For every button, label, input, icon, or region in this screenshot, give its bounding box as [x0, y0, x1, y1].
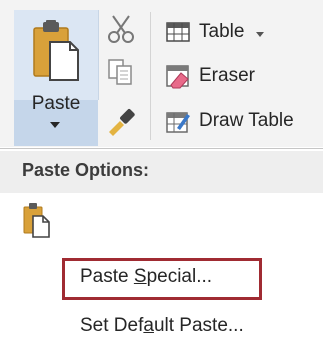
- table-icon: [166, 22, 190, 42]
- paste-options-heading: Paste Options:: [22, 160, 150, 180]
- eraser-button[interactable]: Eraser: [165, 59, 255, 93]
- set-default-accel: a: [143, 315, 154, 336]
- draw-table-icon: [166, 112, 190, 133]
- set-default-suffix: ult Paste...: [153, 315, 244, 336]
- cut-icon[interactable]: [107, 14, 135, 44]
- draw-table-label: Draw Table: [199, 110, 294, 131]
- chevron-down-icon: [256, 31, 265, 37]
- ribbon-separator: [150, 12, 151, 140]
- table-button[interactable]: Table: [165, 15, 265, 49]
- chevron-down-icon: [50, 122, 60, 128]
- paste-special-accel: S: [133, 266, 147, 287]
- copy-icon[interactable]: [107, 58, 135, 86]
- keep-source-formatting-icon[interactable]: [22, 202, 52, 238]
- table-label: Table: [199, 21, 245, 42]
- draw-table-button[interactable]: Draw Table: [165, 104, 294, 138]
- set-default-paste-menu-item[interactable]: Set Default Paste...: [80, 315, 244, 337]
- paste-special-prefix: Paste: [80, 266, 134, 287]
- set-default-prefix: Set Def: [80, 315, 144, 336]
- paste-special-menu-item[interactable]: Paste Special...: [80, 266, 212, 288]
- paste-label: Paste: [31, 93, 81, 114]
- eraser-label: Eraser: [199, 65, 255, 86]
- clipboard-icon: [33, 20, 79, 81]
- paste-special-suffix: pecial...: [146, 266, 213, 287]
- eraser-icon: [166, 65, 189, 89]
- format-painter-icon[interactable]: [106, 106, 136, 136]
